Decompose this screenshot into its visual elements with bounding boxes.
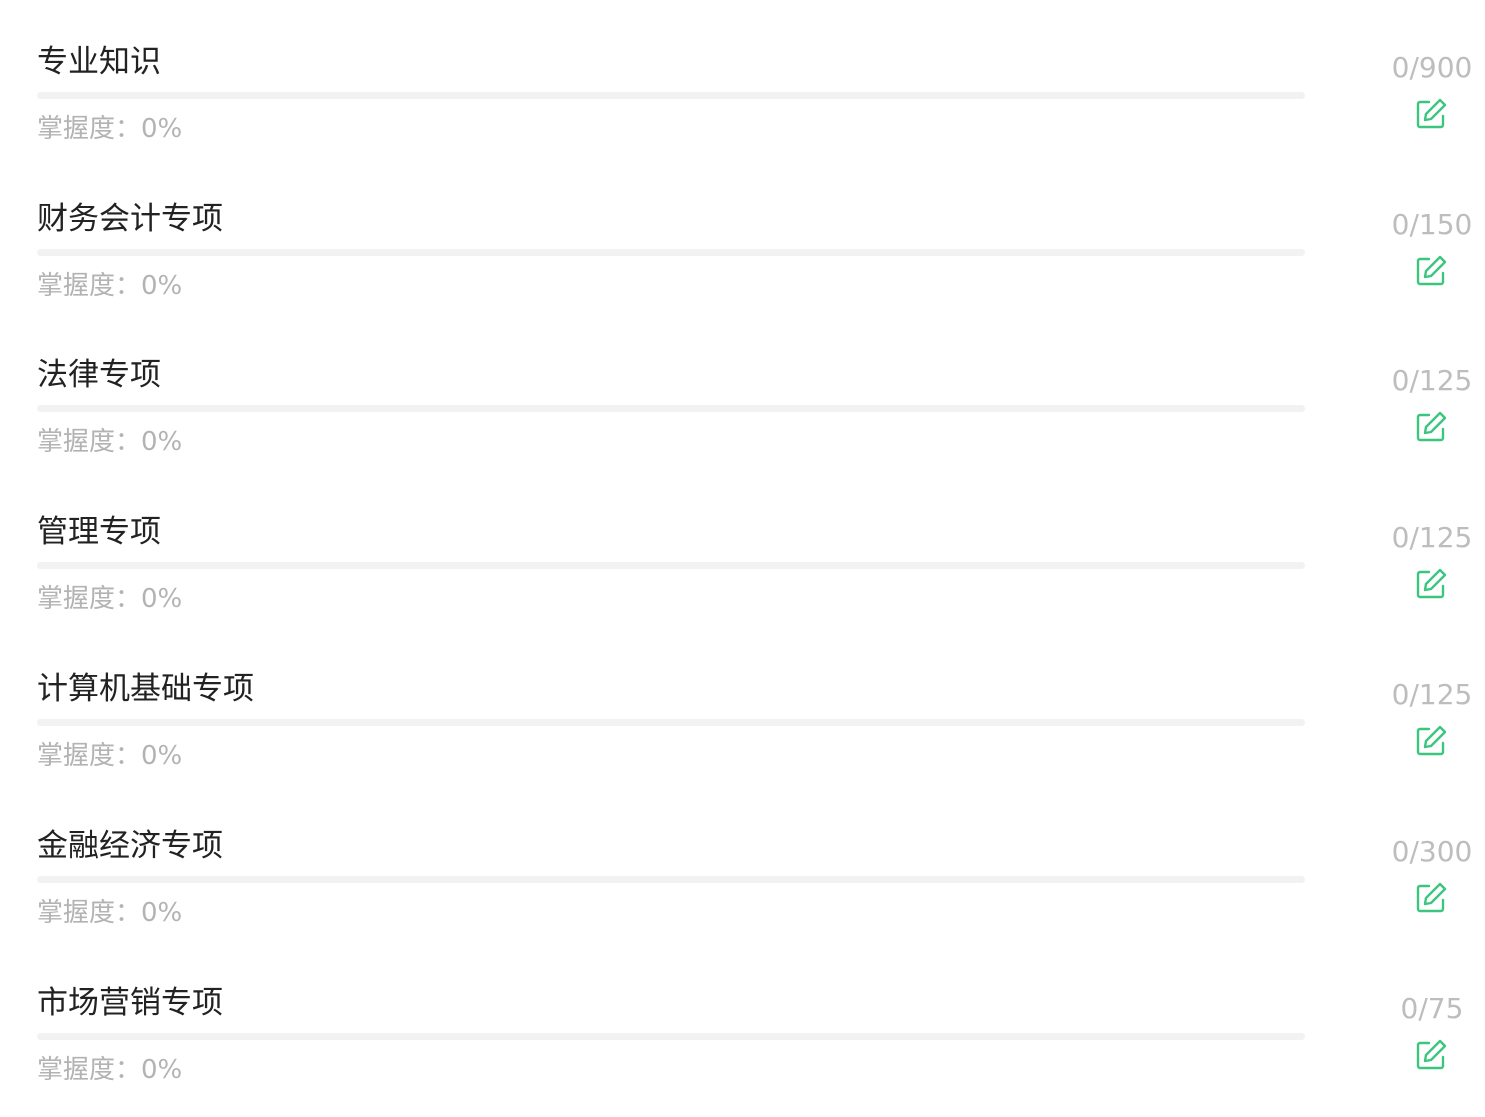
mastery-progress-bar: [37, 876, 1305, 883]
category-item[interactable]: 市场营销专项 掌握度：0% 0/75: [0, 941, 1485, 1098]
category-title: 市场营销专项: [37, 985, 223, 1021]
edit-icon[interactable]: [1413, 566, 1449, 602]
edit-icon[interactable]: [1413, 409, 1449, 445]
question-count: 0/300: [1391, 835, 1473, 868]
mastery-progress-bar: [37, 405, 1305, 412]
mastery-label: 掌握度：0%: [37, 114, 183, 144]
edit-icon[interactable]: [1413, 96, 1449, 132]
question-count: 0/75: [1400, 992, 1464, 1025]
mastery-progress-bar: [37, 249, 1305, 256]
edit-icon[interactable]: [1413, 1037, 1449, 1073]
category-title: 财务会计专项: [37, 201, 223, 237]
category-item[interactable]: 法律专项 掌握度：0% 0/125: [0, 313, 1485, 470]
question-count: 0/150: [1391, 208, 1473, 241]
category-item[interactable]: 计算机基础专项 掌握度：0% 0/125: [0, 627, 1485, 784]
mastery-label: 掌握度：0%: [37, 741, 183, 771]
category-item[interactable]: 管理专项 掌握度：0% 0/125: [0, 470, 1485, 627]
mastery-progress-bar: [37, 562, 1305, 569]
edit-icon[interactable]: [1413, 723, 1449, 759]
mastery-label: 掌握度：0%: [37, 898, 183, 928]
category-title: 计算机基础专项: [37, 671, 254, 707]
mastery-progress-bar: [37, 1033, 1305, 1040]
question-count: 0/900: [1391, 51, 1473, 84]
edit-icon[interactable]: [1413, 253, 1449, 289]
category-title: 法律专项: [37, 357, 161, 393]
category-item[interactable]: 金融经济专项 掌握度：0% 0/300: [0, 784, 1485, 941]
category-title: 专业知识: [37, 44, 161, 80]
mastery-label: 掌握度：0%: [37, 427, 183, 457]
edit-icon[interactable]: [1413, 880, 1449, 916]
mastery-progress-bar: [37, 92, 1305, 99]
question-count: 0/125: [1391, 521, 1473, 554]
mastery-label: 掌握度：0%: [37, 1055, 183, 1085]
category-item[interactable]: 专业知识 掌握度：0% 0/900: [0, 0, 1485, 157]
mastery-label: 掌握度：0%: [37, 271, 183, 301]
question-count: 0/125: [1391, 678, 1473, 711]
question-count: 0/125: [1391, 364, 1473, 397]
category-item[interactable]: 财务会计专项 掌握度：0% 0/150: [0, 157, 1485, 314]
mastery-progress-bar: [37, 719, 1305, 726]
category-title: 管理专项: [37, 514, 161, 550]
category-title: 金融经济专项: [37, 828, 223, 864]
mastery-label: 掌握度：0%: [37, 584, 183, 614]
